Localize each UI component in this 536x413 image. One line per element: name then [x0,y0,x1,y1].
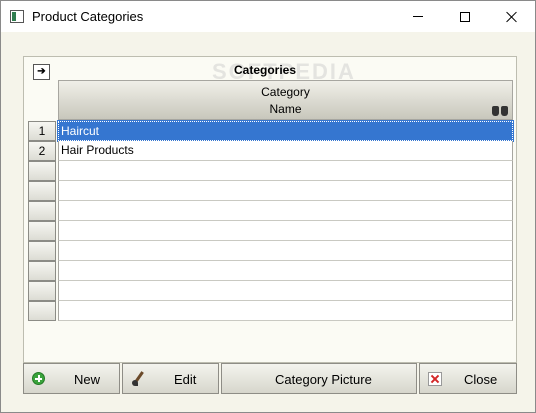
table-row[interactable] [28,301,514,321]
close-button-label: Close [464,372,498,387]
category-picture-label: Category Picture [275,372,372,387]
categories-panel: SOFTPEDIA ➔ Categories Category Name 1 Ha… [23,56,517,363]
category-name-cell[interactable]: Hair Products [58,141,513,161]
table-row[interactable] [28,221,514,241]
table-row[interactable]: 2 Hair Products [28,141,514,161]
window-title: Product Categories [32,9,144,24]
window: Product Categories SOFTPEDIA ➔ Categorie… [0,0,536,413]
maximize-button[interactable] [442,1,488,32]
category-rows: 1 Haircut 2 Hair Products [28,120,514,321]
close-x-icon [428,372,442,386]
close-button[interactable]: Close [419,363,517,394]
edit-button[interactable]: Edit [122,363,219,394]
row-number[interactable]: 1 [28,121,56,141]
row-number[interactable] [28,181,56,201]
column-header-line2: Name [269,102,302,116]
category-name-cell[interactable] [58,301,513,321]
column-header-line1: Category [261,85,310,99]
table-row[interactable] [28,261,514,281]
table-row[interactable] [28,281,514,301]
minimize-button[interactable] [395,1,441,32]
edit-button-label: Edit [174,372,197,387]
close-window-button[interactable] [489,1,535,32]
table-row[interactable]: 1 Haircut [28,120,514,142]
category-name-cell[interactable] [58,161,513,181]
category-name-cell[interactable] [58,201,513,221]
close-icon [506,11,518,23]
new-button-label: New [74,372,101,387]
row-number[interactable]: 2 [28,141,56,161]
row-number[interactable] [28,261,56,281]
minimize-icon [413,16,423,17]
table-row[interactable] [28,241,514,261]
row-number[interactable] [28,221,56,241]
add-icon [32,372,45,385]
table-row[interactable] [28,161,514,181]
category-name-cell[interactable] [58,221,513,241]
category-picture-button[interactable]: Category Picture [221,363,417,394]
grid-title: Categories [234,63,297,77]
category-name-cell[interactable]: Haircut [57,120,514,142]
row-number[interactable] [28,161,56,181]
row-number[interactable] [28,281,56,301]
row-number[interactable] [28,241,56,261]
category-name-cell[interactable] [58,281,513,301]
table-row[interactable] [28,201,514,221]
arrow-right-icon: ➔ [37,66,46,77]
new-button[interactable]: New [23,363,120,394]
paintbrush-icon [131,371,145,387]
category-name-cell[interactable] [58,181,513,201]
column-header-category-name[interactable]: Category Name [58,80,513,120]
title-bar[interactable]: Product Categories [1,1,535,32]
table-row[interactable] [28,181,514,201]
row-number[interactable] [28,201,56,221]
bottom-toolbar: New Edit Category Picture Close [23,363,517,394]
binoculars-icon[interactable] [492,104,508,116]
category-name-cell[interactable] [58,241,513,261]
row-number[interactable] [28,301,56,321]
app-icon [10,10,24,23]
maximize-icon [460,11,470,22]
category-name-cell[interactable] [58,261,513,281]
record-navigator-button[interactable]: ➔ [33,64,50,80]
